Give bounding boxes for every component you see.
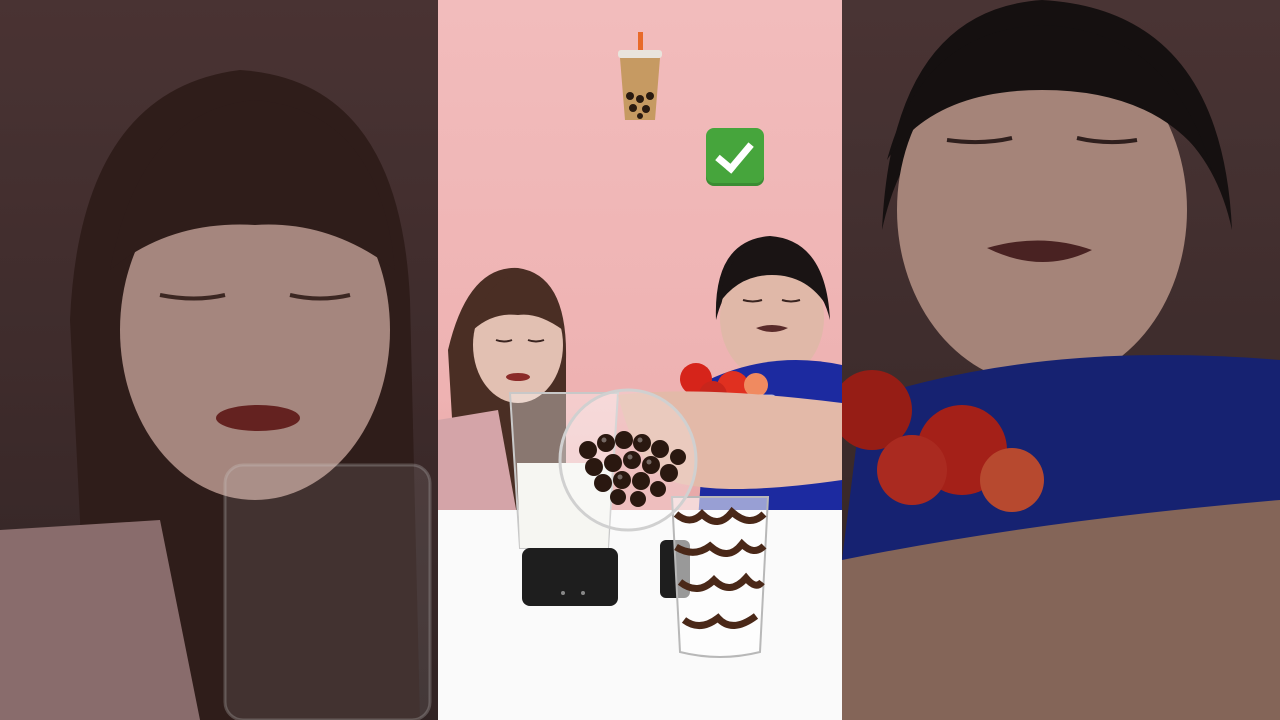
video-frame[interactable] bbox=[438, 0, 842, 720]
dim-overlay bbox=[0, 0, 438, 720]
table-surface bbox=[438, 510, 842, 720]
bubble-tea-icon bbox=[618, 32, 662, 120]
blurred-background-left bbox=[0, 0, 438, 720]
check-mark-icon bbox=[706, 128, 764, 186]
hand-holding-pearls bbox=[558, 388, 842, 532]
dim-overlay bbox=[842, 0, 1280, 720]
blurred-background-right bbox=[842, 0, 1280, 720]
